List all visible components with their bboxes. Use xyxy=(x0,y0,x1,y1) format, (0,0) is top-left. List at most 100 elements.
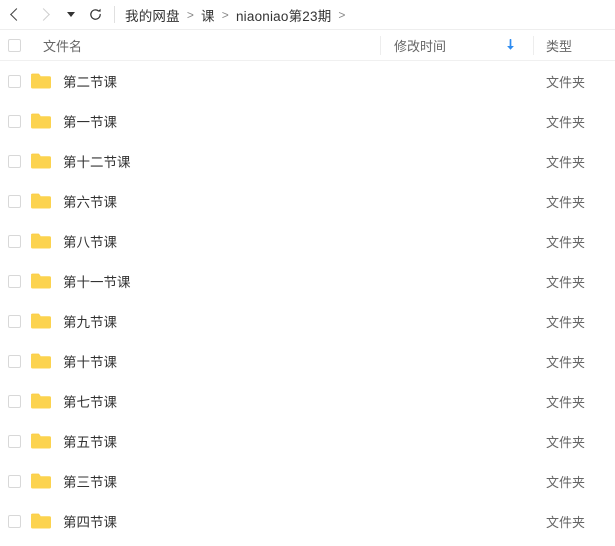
breadcrumb-item-root[interactable]: 我的网盘 xyxy=(125,5,180,25)
breadcrumb: 我的网盘 > 课 > niaoniao第23期 > xyxy=(125,5,353,25)
row-select-cell xyxy=(0,274,28,288)
row-select-cell xyxy=(0,194,28,208)
row-select-cell xyxy=(0,514,28,528)
breadcrumb-separator: > xyxy=(186,7,195,22)
column-header-modified[interactable]: 修改时间 xyxy=(380,36,533,55)
folder-icon xyxy=(30,392,52,410)
row-checkbox[interactable] xyxy=(7,194,21,208)
column-header-modified-label: 修改时间 xyxy=(394,38,447,54)
column-header-name[interactable]: 文件名 xyxy=(28,36,380,55)
breadcrumb-separator-trailing: > xyxy=(338,7,346,22)
file-name-cell[interactable]: 第五节课 xyxy=(28,431,380,451)
table-row[interactable]: 第四节课 文件夹 xyxy=(0,501,615,541)
file-name-label: 第五节课 xyxy=(63,435,117,450)
file-type-cell: 文件夹 xyxy=(546,354,586,370)
folder-icon xyxy=(30,432,52,450)
row-checkbox[interactable] xyxy=(7,74,21,88)
breadcrumb-item-current[interactable]: niaoniao第23期 xyxy=(236,5,331,25)
folder-icon xyxy=(30,352,52,370)
row-select-cell xyxy=(0,74,28,88)
table-row[interactable]: 第十节课 文件夹 xyxy=(0,341,615,381)
refresh-button[interactable] xyxy=(82,0,108,29)
table-row[interactable]: 第十一节课 文件夹 xyxy=(0,261,615,301)
file-name-label: 第四节课 xyxy=(63,515,117,530)
file-name-label: 第一节课 xyxy=(63,115,117,130)
row-checkbox[interactable] xyxy=(7,434,21,448)
file-name-label: 第三节课 xyxy=(63,475,117,490)
file-name-label: 第八节课 xyxy=(63,235,117,250)
file-type-cell: 文件夹 xyxy=(546,234,586,250)
file-name-cell[interactable]: 第十节课 xyxy=(28,351,380,371)
folder-icon xyxy=(30,192,52,210)
file-name-cell[interactable]: 第一节课 xyxy=(28,111,380,131)
file-name-cell[interactable]: 第九节课 xyxy=(28,311,380,331)
row-select-cell xyxy=(0,394,28,408)
file-type-cell: 文件夹 xyxy=(546,474,586,490)
chevron-right-icon xyxy=(37,8,50,21)
file-name-cell[interactable]: 第三节课 xyxy=(28,471,380,491)
file-type-cell: 文件夹 xyxy=(546,114,586,130)
file-type-cell: 文件夹 xyxy=(546,514,586,530)
row-select-cell xyxy=(0,434,28,448)
file-name-cell[interactable]: 第十一节课 xyxy=(28,271,380,291)
arrow-down-icon xyxy=(507,38,514,50)
file-type-cell: 文件夹 xyxy=(546,314,586,330)
folder-icon xyxy=(30,512,52,530)
table-row[interactable]: 第一节课 文件夹 xyxy=(0,101,615,141)
row-select-cell xyxy=(0,354,28,368)
file-type-cell: 文件夹 xyxy=(546,394,586,410)
row-checkbox[interactable] xyxy=(7,474,21,488)
file-name-label: 第十一节课 xyxy=(63,275,131,290)
table-row[interactable]: 第九节课 文件夹 xyxy=(0,301,615,341)
table-row[interactable]: 第六节课 文件夹 xyxy=(0,181,615,221)
folder-icon xyxy=(30,312,52,330)
select-all-checkbox[interactable] xyxy=(7,38,21,52)
file-name-label: 第九节课 xyxy=(63,315,117,330)
file-name-cell[interactable]: 第七节课 xyxy=(28,391,380,411)
table-row[interactable]: 第七节课 文件夹 xyxy=(0,381,615,421)
file-type-cell: 文件夹 xyxy=(546,74,586,90)
file-type-cell: 文件夹 xyxy=(546,194,586,210)
table-row[interactable]: 第二节课 文件夹 xyxy=(0,61,615,101)
table-row[interactable]: 第十二节课 文件夹 xyxy=(0,141,615,181)
row-checkbox[interactable] xyxy=(7,114,21,128)
file-name-cell[interactable]: 第四节课 xyxy=(28,511,380,531)
row-checkbox[interactable] xyxy=(7,234,21,248)
table-row[interactable]: 第五节课 文件夹 xyxy=(0,421,615,461)
row-checkbox[interactable] xyxy=(7,354,21,368)
folder-icon xyxy=(30,112,52,130)
row-select-cell xyxy=(0,154,28,168)
row-select-cell xyxy=(0,114,28,128)
file-list: 第二节课 文件夹 第一节课 文件夹 第十二节课 文件夹 第六节课 文件夹 第八节课 文件夹 第十一节… xyxy=(0,61,615,541)
refresh-icon xyxy=(89,8,101,20)
folder-icon xyxy=(30,232,52,250)
header-divider-1 xyxy=(380,36,381,55)
file-name-cell[interactable]: 第八节课 xyxy=(28,231,380,251)
file-type-cell: 文件夹 xyxy=(546,274,586,290)
file-name-cell[interactable]: 第六节课 xyxy=(28,191,380,211)
file-name-label: 第十节课 xyxy=(63,355,117,370)
file-name-cell[interactable]: 第二节课 xyxy=(28,71,380,91)
row-checkbox[interactable] xyxy=(7,154,21,168)
file-type-cell: 文件夹 xyxy=(546,434,586,450)
select-all-cell xyxy=(0,38,28,52)
column-header-type[interactable]: 类型 xyxy=(533,36,615,55)
file-name-label: 第二节课 xyxy=(63,75,117,90)
row-checkbox[interactable] xyxy=(7,514,21,528)
table-row[interactable]: 第八节课 文件夹 xyxy=(0,221,615,261)
back-button[interactable] xyxy=(0,0,30,29)
row-checkbox[interactable] xyxy=(7,274,21,288)
row-checkbox[interactable] xyxy=(7,394,21,408)
table-row[interactable]: 第三节课 文件夹 xyxy=(0,461,615,501)
breadcrumb-item-level2[interactable]: 课 xyxy=(201,5,215,25)
sort-descending-button[interactable] xyxy=(505,38,516,51)
history-dropdown-button[interactable] xyxy=(60,0,82,29)
folder-icon xyxy=(30,152,52,170)
file-name-label: 第十二节课 xyxy=(63,155,131,170)
forward-button[interactable] xyxy=(30,0,60,29)
row-select-cell xyxy=(0,314,28,328)
file-name-cell[interactable]: 第十二节课 xyxy=(28,151,380,171)
row-checkbox[interactable] xyxy=(7,314,21,328)
toolbar-divider xyxy=(114,6,115,23)
column-header-row: 文件名 修改时间 类型 xyxy=(0,30,615,61)
